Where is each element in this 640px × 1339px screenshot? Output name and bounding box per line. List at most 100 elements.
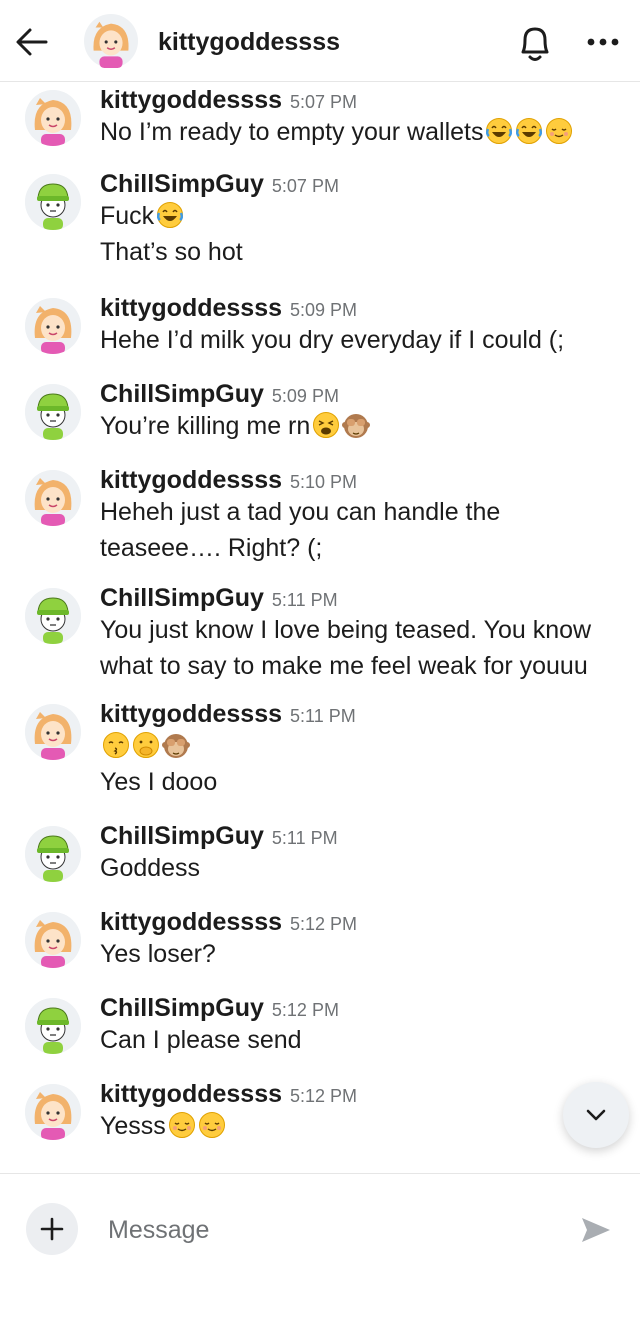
message-meta: kittygoddessss 5:07 PM [100,86,622,115]
user-avatar[interactable] [25,826,81,882]
relieved-emoji-icon [198,1112,225,1138]
message-username[interactable]: ChillSimpGuy [100,584,264,613]
chevron-down-icon [586,1109,606,1121]
message-item[interactable]: kittygoddessss 5:09 PM Hehe I’d milk you d… [0,294,640,355]
chat-title[interactable]: kittygoddessss [158,28,340,57]
chill-avatar-icon [25,588,81,644]
message-item[interactable]: kittygoddessss 5:12 PM Yesss [0,1080,640,1141]
message-meta: kittygoddessss 5:11 PM [100,700,622,729]
message-text-content: Yes I dooo [100,768,218,796]
message-username[interactable]: kittygoddessss [100,466,282,495]
message-text: That’s so hot [100,237,622,267]
message-username[interactable]: kittygoddessss [100,908,282,937]
message-meta: ChillSimpGuy 5:12 PM [100,994,622,1023]
message-text: Hehe I’d milk you dry everyday if I coul… [100,325,622,355]
header-avatar[interactable] [84,14,138,68]
laugh-cry-emoji-icon [516,118,543,144]
message-item[interactable]: ChillSimpGuy 5:11 PM You just know I love … [0,584,640,681]
kitty-avatar-icon [25,298,81,354]
message-timestamp: 5:09 PM [271,386,339,406]
message-item[interactable]: kittygoddessss 5:12 PM Yes loser? [0,908,640,969]
send-button[interactable] [578,1212,614,1248]
user-avatar[interactable] [25,470,81,526]
relieved-emoji-icon [546,118,573,144]
back-button[interactable] [12,22,52,62]
message-timestamp: 5:07 PM [271,176,339,196]
message-text-content: what to say to make me feel weak for you… [100,652,588,680]
message-username[interactable]: ChillSimpGuy [100,170,264,199]
notifications-button[interactable] [515,22,555,64]
laugh-cry-emoji-icon [486,118,513,144]
message-username[interactable]: ChillSimpGuy [100,380,264,409]
message-text-content: Can I please send [100,1026,302,1054]
kitty-avatar-icon [25,912,81,968]
message-input[interactable] [108,1210,528,1250]
message-text-content: Hehe I’d milk you dry everyday if I coul… [100,326,565,354]
more-horizontal-icon [587,38,619,46]
message-list[interactable]: kittygoddessss 5:07 PM No I’m ready to emp… [0,82,640,1172]
message-text: Goddess [100,853,622,883]
message-text: Yes I dooo [100,767,622,797]
message-timestamp: 5:07 PM [290,92,358,112]
kitty-avatar-icon [84,14,138,68]
kitty-avatar-icon [25,704,81,760]
bell-icon [521,27,549,61]
message-text [100,731,622,761]
message-meta: kittygoddessss 5:12 PM [100,1080,622,1109]
message-text-content: teaseee…. Right? (; [100,534,323,562]
message-text: teaseee…. Right? (; [100,533,622,563]
message-timestamp: 5:11 PM [271,590,338,610]
message-timestamp: 5:12 PM [290,1086,358,1106]
user-avatar[interactable] [25,298,81,354]
message-item[interactable]: kittygoddessss 5:10 PM Heheh just a tad yo… [0,466,640,563]
kitty-avatar-icon [25,90,81,146]
message-username[interactable]: kittygoddessss [100,1080,282,1109]
scroll-to-bottom-button[interactable] [563,1082,629,1148]
message-text-content: Yes loser? [100,940,216,968]
message-timestamp: 5:12 PM [271,1000,339,1020]
message-item[interactable]: kittygoddessss 5:07 PM No I’m ready to emp… [0,86,640,147]
message-timestamp: 5:11 PM [271,828,338,848]
user-avatar[interactable] [25,90,81,146]
message-item[interactable]: ChillSimpGuy 5:11 PM Goddess [0,822,640,883]
user-avatar[interactable] [25,174,81,230]
message-username[interactable]: kittygoddessss [100,86,282,115]
user-avatar[interactable] [25,704,81,760]
user-avatar[interactable] [25,588,81,644]
message-text-content: That’s so hot [100,238,243,266]
message-text-content: You just know I love being teased. You k… [100,616,592,644]
add-attachment-button[interactable] [26,1203,78,1255]
message-username[interactable]: kittygoddessss [100,294,282,323]
user-avatar[interactable] [25,998,81,1054]
message-item[interactable]: kittygoddessss 5:11 PM Yes I dooo [0,700,640,797]
weary-emoji-icon [313,412,340,438]
message-timestamp: 5:12 PM [290,914,358,934]
message-meta: kittygoddessss 5:09 PM [100,294,622,323]
message-item[interactable]: ChillSimpGuy 5:12 PM Can I please send [0,994,640,1055]
message-text: what to say to make me feel weak for you… [100,651,622,681]
see-no-evil-emoji-icon [342,414,371,438]
message-item[interactable]: ChillSimpGuy 5:07 PM Fuck That’s so hot [0,170,640,267]
user-avatar[interactable] [25,912,81,968]
message-text: Yes loser? [100,939,622,969]
chat-header: kittygoddessss [0,0,640,82]
chill-avatar-icon [25,826,81,882]
kitty-avatar-icon [25,1084,81,1140]
message-meta: kittygoddessss 5:10 PM [100,466,622,495]
message-meta: ChillSimpGuy 5:07 PM [100,170,622,199]
message-meta: ChillSimpGuy 5:11 PM [100,584,622,613]
message-timestamp: 5:11 PM [290,706,356,726]
send-icon [582,1218,610,1242]
message-meta: ChillSimpGuy 5:11 PM [100,822,622,851]
message-username[interactable]: ChillSimpGuy [100,822,264,851]
user-avatar[interactable] [25,1084,81,1140]
message-text: You’re killing me rn [100,411,622,441]
plus-icon [40,1217,64,1241]
message-item[interactable]: ChillSimpGuy 5:09 PM You’re killing me rn [0,380,640,441]
message-username[interactable]: kittygoddessss [100,700,282,729]
user-avatar[interactable] [25,384,81,440]
message-text: Can I please send [100,1025,622,1055]
message-username[interactable]: ChillSimpGuy [100,994,264,1023]
message-text-content: Goddess [100,854,201,882]
more-options-button[interactable] [583,32,623,52]
